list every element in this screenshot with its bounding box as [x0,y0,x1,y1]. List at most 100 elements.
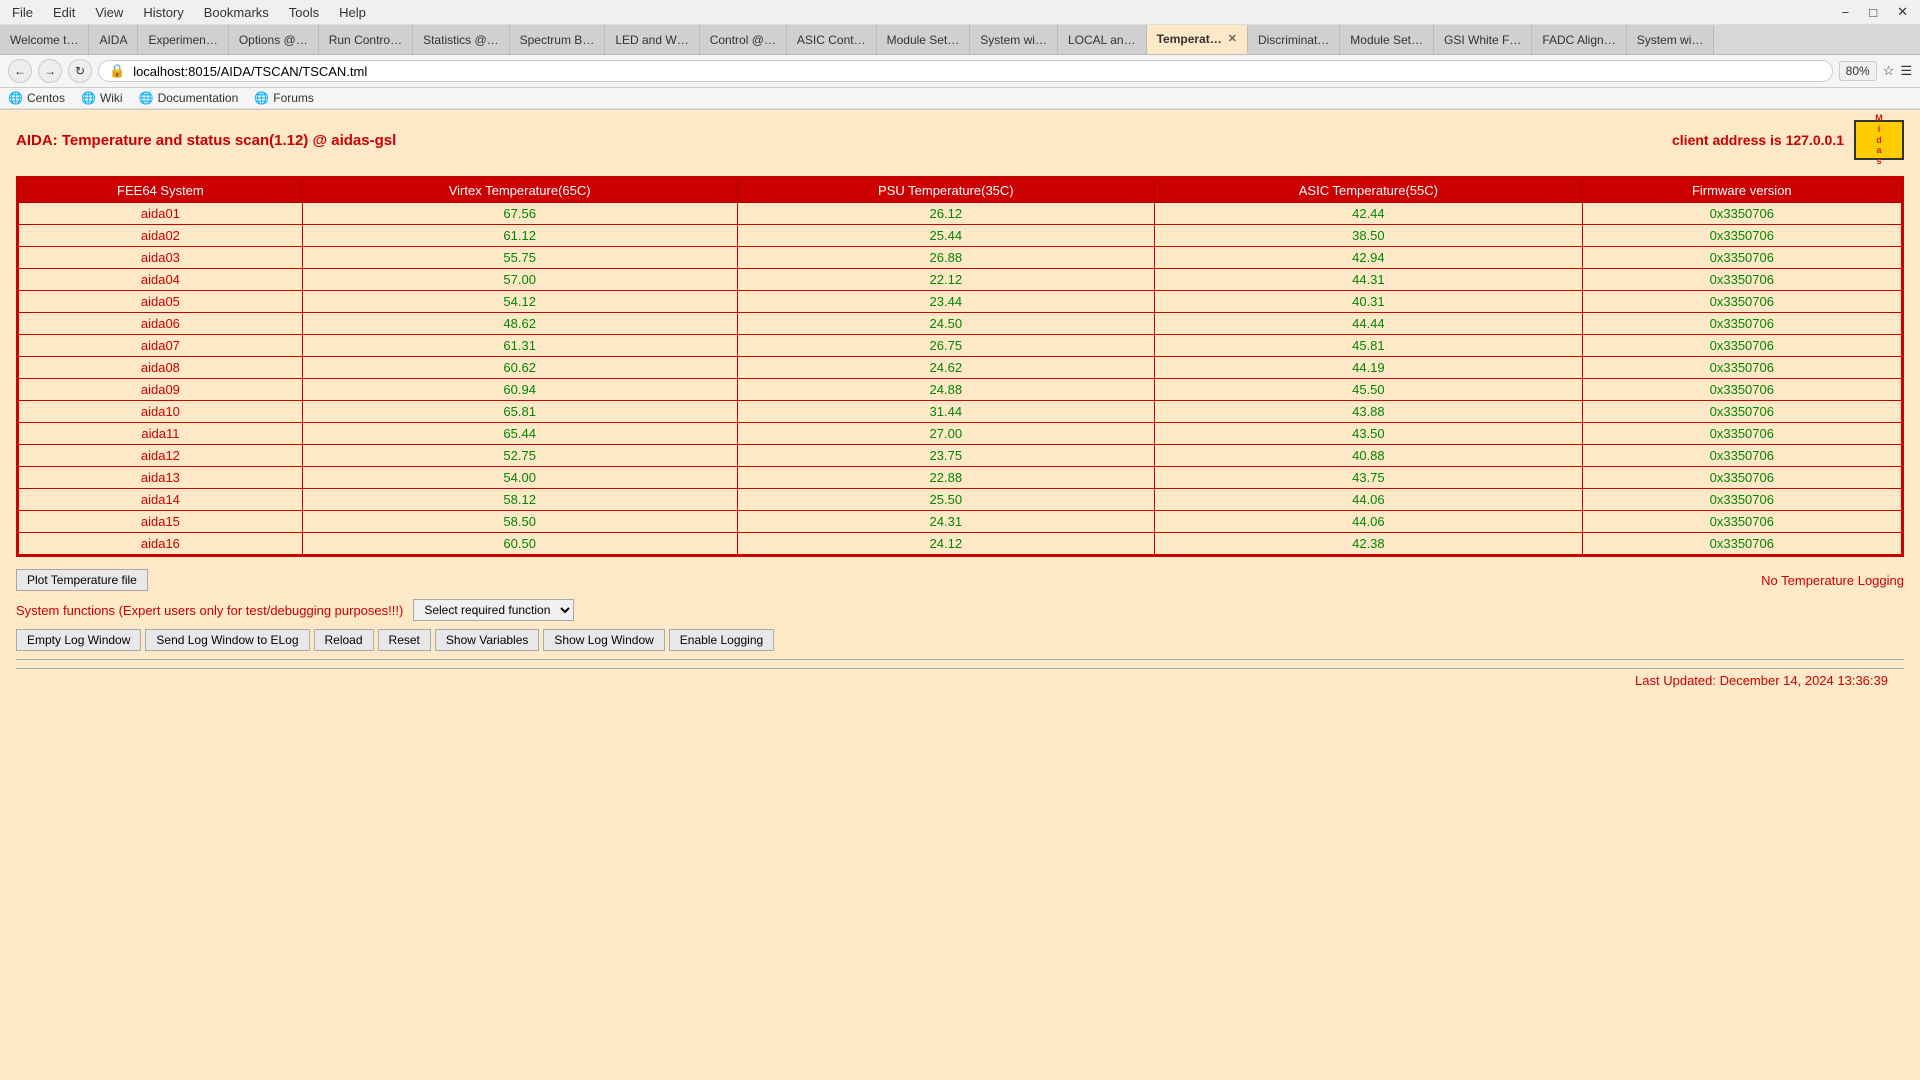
table-row: aida0261.1225.4438.500x3350706 [19,225,1902,247]
bookmark-wiki[interactable]: 🌐 Wiki [81,91,123,105]
cell-asic-temp: 44.06 [1155,511,1583,533]
star-icon[interactable]: ☆ [1883,63,1895,79]
reload-button[interactable]: Reload [314,629,374,651]
cell-virtex-temp: 48.62 [302,313,737,335]
col-header-system: FEE64 System [19,179,303,203]
cell-asic-temp: 40.88 [1155,445,1583,467]
cell-asic-temp: 42.44 [1155,203,1583,225]
tab-asic[interactable]: ASIC Cont… [787,25,877,54]
cell-asic-temp: 40.31 [1155,291,1583,313]
cell-system: aida04 [19,269,303,291]
table-row: aida0648.6224.5044.440x3350706 [19,313,1902,335]
tab-gsi-white[interactable]: GSI White F… [1434,25,1532,54]
table-row: aida1458.1225.5044.060x3350706 [19,489,1902,511]
tab-options[interactable]: Options @… [229,25,319,54]
cell-system: aida14 [19,489,303,511]
cell-system: aida01 [19,203,303,225]
table-row: aida1354.0022.8843.750x3350706 [19,467,1902,489]
menu-tools[interactable]: Tools [285,3,323,22]
cell-asic-temp: 43.88 [1155,401,1583,423]
bookmarks-bar: 🌐 Centos 🌐 Wiki 🌐 Documentation 🌐 Forums [0,88,1920,109]
send-log-button[interactable]: Send Log Window to ELog [145,629,309,651]
tab-temperature[interactable]: Temperat… ✕ [1147,25,1248,54]
cell-virtex-temp: 54.00 [302,467,737,489]
tab-statistics[interactable]: Statistics @… [413,25,510,54]
doc-globe-icon: 🌐 [139,91,154,105]
last-updated: Last Updated: December 14, 2024 13:36:39 [1635,673,1888,688]
window-maximize[interactable]: □ [1865,3,1881,22]
select-function-dropdown[interactable]: Select required function [413,599,574,621]
cell-system: aida07 [19,335,303,357]
cell-psu-temp: 23.44 [737,291,1155,313]
cell-virtex-temp: 57.00 [302,269,737,291]
show-log-window-button[interactable]: Show Log Window [543,629,664,651]
forums-globe-icon: 🌐 [254,91,269,105]
cell-firmware: 0x3350706 [1582,423,1901,445]
tab-welcome[interactable]: Welcome t… [0,25,89,54]
system-functions-label: System functions (Expert users only for … [16,603,403,618]
tab-experiment[interactable]: Experimen… [138,25,228,54]
window-minimize[interactable]: − [1838,3,1854,22]
cell-firmware: 0x3350706 [1582,357,1901,379]
menu-view[interactable]: View [91,3,127,22]
cell-virtex-temp: 61.12 [302,225,737,247]
tab-local[interactable]: LOCAL an… [1058,25,1147,54]
tab-fadc[interactable]: FADC Align… [1532,25,1626,54]
page-title: AIDA: Temperature and status scan(1.12) … [16,132,396,149]
cell-virtex-temp: 60.94 [302,379,737,401]
menu-help[interactable]: Help [335,3,370,22]
cell-firmware: 0x3350706 [1582,379,1901,401]
menu-bookmarks[interactable]: Bookmarks [200,3,273,22]
refresh-button[interactable]: ↻ [68,59,92,83]
back-button[interactable]: ← [8,59,32,83]
tab-aida[interactable]: AIDA [89,25,138,54]
plot-temperature-button[interactable]: Plot Temperature file [16,569,148,591]
tab-control[interactable]: Control @… [700,25,787,54]
tab-led[interactable]: LED and W… [605,25,699,54]
tab-system-wide1[interactable]: System wi… [970,25,1058,54]
tab-discriminat[interactable]: Discriminat… [1248,25,1340,54]
menu-history[interactable]: History [139,3,187,22]
cell-psu-temp: 26.12 [737,203,1155,225]
empty-log-button[interactable]: Empty Log Window [16,629,141,651]
table-header-row: FEE64 System Virtex Temperature(65C) PSU… [19,179,1902,203]
bookmark-centos[interactable]: 🌐 Centos [8,91,65,105]
show-variables-button[interactable]: Show Variables [435,629,540,651]
tab-close-icon[interactable]: ✕ [1228,32,1237,45]
enable-logging-button[interactable]: Enable Logging [669,629,774,651]
bookmark-forums[interactable]: 🌐 Forums [254,91,314,105]
cell-firmware: 0x3350706 [1582,511,1901,533]
bookmark-documentation[interactable]: 🌐 Documentation [139,91,239,105]
table-row: aida0554.1223.4440.310x3350706 [19,291,1902,313]
cell-asic-temp: 45.81 [1155,335,1583,357]
forward-button[interactable]: → [38,59,62,83]
tab-spectrum[interactable]: Spectrum B… [510,25,606,54]
cell-psu-temp: 22.12 [737,269,1155,291]
cell-firmware: 0x3350706 [1582,225,1901,247]
cell-firmware: 0x3350706 [1582,445,1901,467]
cell-asic-temp: 42.38 [1155,533,1583,555]
tab-module-set1[interactable]: Module Set… [877,25,971,54]
window-close[interactable]: ✕ [1893,2,1912,22]
cell-virtex-temp: 58.12 [302,489,737,511]
cell-firmware: 0x3350706 [1582,467,1901,489]
cell-firmware: 0x3350706 [1582,291,1901,313]
cell-psu-temp: 22.88 [737,467,1155,489]
tab-run-control[interactable]: Run Contro… [319,25,413,54]
temperature-table-container: FEE64 System Virtex Temperature(65C) PSU… [16,176,1904,557]
system-functions-row: System functions (Expert users only for … [16,599,1904,621]
menu-file[interactable]: File [8,3,37,22]
cell-psu-temp: 24.50 [737,313,1155,335]
cell-asic-temp: 43.75 [1155,467,1583,489]
cell-firmware: 0x3350706 [1582,269,1901,291]
address-bar: 🔒 [98,60,1833,82]
reset-button[interactable]: Reset [378,629,431,651]
menu-edit[interactable]: Edit [49,3,79,22]
tab-system-wide2[interactable]: System wi… [1627,25,1715,54]
tab-module-set2[interactable]: Module Set… [1340,25,1434,54]
menu-icon[interactable]: ☰ [1900,63,1912,79]
cell-virtex-temp: 58.50 [302,511,737,533]
secure-icon: 🔒 [109,63,125,79]
cell-firmware: 0x3350706 [1582,401,1901,423]
url-input[interactable] [133,64,1821,79]
